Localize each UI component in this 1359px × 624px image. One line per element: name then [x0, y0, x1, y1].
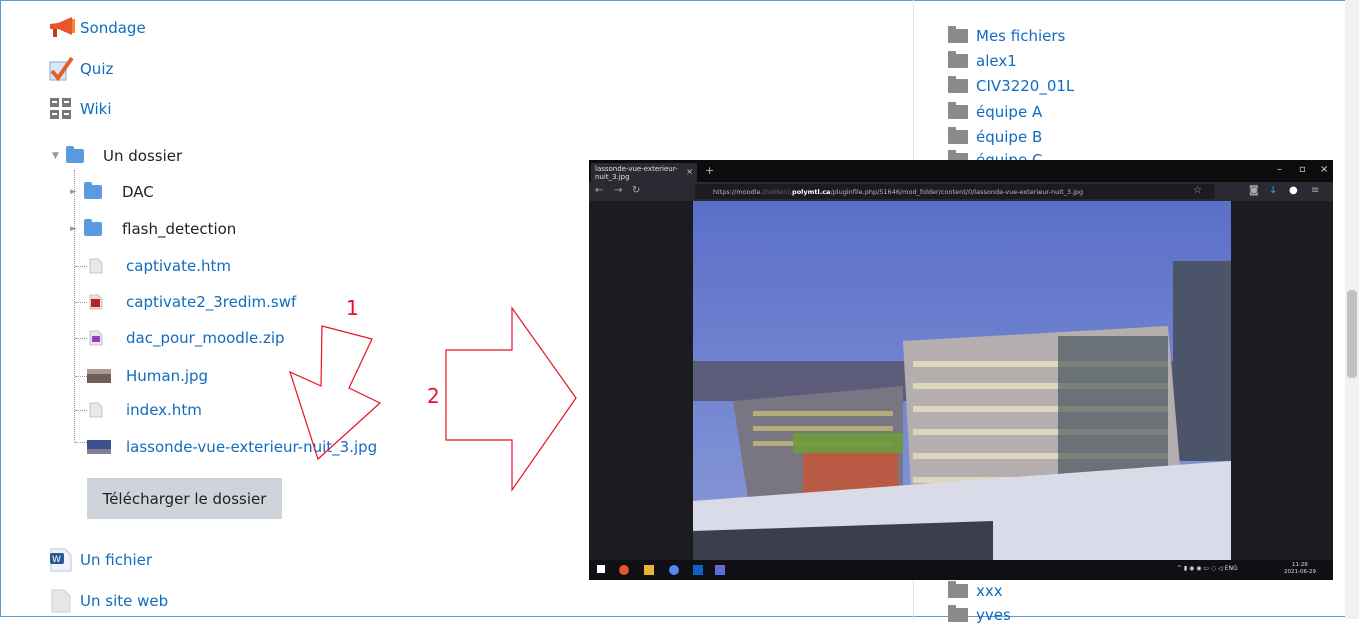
back-icon[interactable]: ←	[595, 185, 603, 196]
annotation-step-2: 2	[427, 384, 440, 408]
close-icon[interactable]: ×	[1320, 164, 1328, 175]
url-bar[interactable]: https://moodle. (hidden). polymtl.ca/plugi…	[695, 184, 1215, 199]
menu-icon[interactable]: ≡	[1311, 185, 1319, 196]
annotation-step-1: 1	[346, 296, 359, 320]
close-icon[interactable]: ×	[686, 167, 693, 176]
url-domain: polymtl.ca	[792, 187, 831, 196]
browser-tabbar: lassonde-vue-exterieur-nuit_3.jpg × + – …	[589, 160, 1333, 182]
reload-icon[interactable]: ↻	[632, 185, 640, 196]
plus-icon[interactable]: +	[705, 164, 714, 177]
clock-date: 2021-06-29	[1284, 569, 1316, 575]
outlook-icon[interactable]	[693, 565, 703, 575]
download-icon[interactable]: ↓	[1269, 185, 1277, 196]
windows-taskbar: ^ ▮ ◉ ◉ ▭ ◌ ◁ ENG 11:26 2021-06-29	[589, 560, 1333, 580]
windows-start-icon[interactable]	[597, 565, 605, 573]
firefox-icon[interactable]	[619, 565, 629, 575]
url-prefix: https://moodle.	[713, 187, 763, 196]
chrome-icon[interactable]	[669, 565, 679, 575]
browser-tab[interactable]: lassonde-vue-exterieur-nuit_3.jpg ×	[591, 163, 697, 182]
arrow-1-shape	[289, 325, 382, 461]
shield-icon[interactable]: ◙	[1249, 185, 1259, 196]
minimize-icon[interactable]: –	[1277, 164, 1282, 175]
maximize-icon[interactable]: ▫	[1299, 164, 1306, 175]
arrow-2-shape	[445, 306, 577, 492]
building-night-photo	[693, 201, 1231, 560]
url-path: /pluginfile.php/51646/mod_folder/content…	[830, 187, 1084, 196]
file-explorer-icon[interactable]	[644, 565, 654, 575]
browser-tab-title: lassonde-vue-exterieur-nuit_3.jpg	[595, 164, 678, 181]
bookmark-star-icon[interactable]: ☆	[1193, 185, 1202, 196]
taskbar-clock[interactable]: 11:26 2021-06-29	[1284, 562, 1316, 576]
language-indicator: ENG	[1224, 565, 1238, 572]
system-tray[interactable]: ^ ▮ ◉ ◉ ▭ ◌ ◁ ENG	[1177, 565, 1238, 572]
forward-icon[interactable]: →	[614, 185, 622, 196]
account-icon[interactable]: ●	[1289, 185, 1298, 196]
app-icon[interactable]	[715, 565, 725, 575]
url-obscured: (hidden)	[762, 187, 790, 196]
browser-window-screenshot: lassonde-vue-exterieur-nuit_3.jpg × + – …	[589, 160, 1333, 580]
browser-navbar: ← → ↻ https://moodle. (hidden). polymtl.ca…	[589, 182, 1333, 201]
clock-time: 11:26	[1292, 562, 1308, 568]
